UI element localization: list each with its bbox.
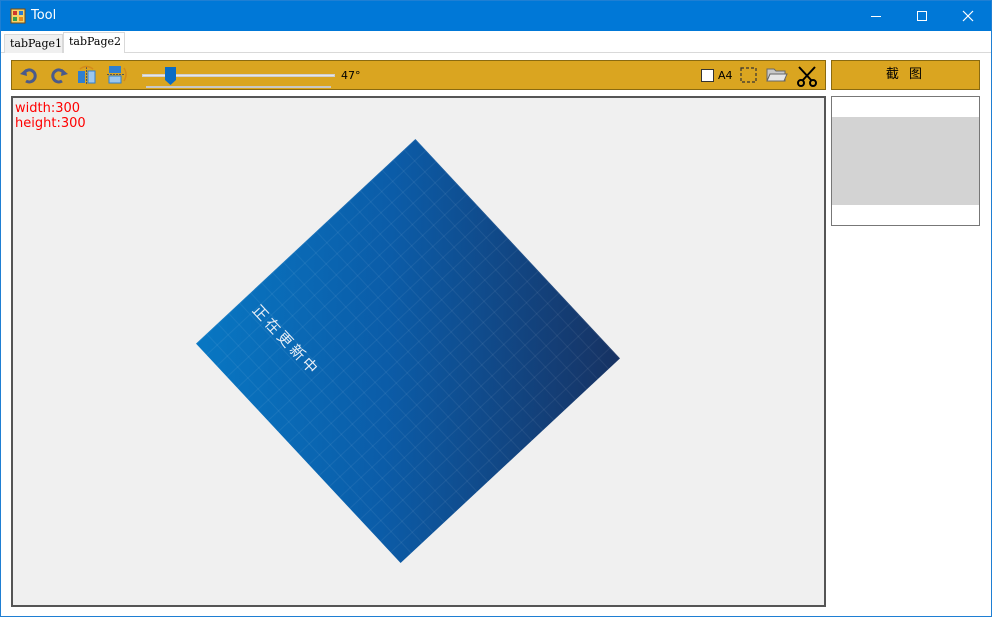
image-canvas[interactable]: width:300 height:300 正在更新中	[11, 96, 826, 607]
preview-panel	[831, 96, 980, 226]
scissors-icon[interactable]	[796, 65, 818, 87]
preview-thumbnail	[832, 117, 979, 205]
flip-vertical-icon[interactable]	[106, 65, 128, 85]
flip-horizontal-icon[interactable]	[76, 65, 98, 85]
a4-label: A4	[718, 69, 733, 82]
app-window: Tool tabPage1 tabPage2 47° A4 截 图 width:…	[0, 0, 992, 617]
app-icon	[10, 8, 26, 24]
selection-icon[interactable]	[738, 65, 760, 85]
toolbar: 47° A4	[11, 60, 826, 90]
rotate-right-icon[interactable]	[48, 65, 70, 85]
a4-checkbox[interactable]	[701, 69, 714, 82]
rotation-angle-label: 47°	[341, 69, 361, 82]
title-bar[interactable]: Tool	[1, 1, 991, 31]
tab-content: 47° A4 截 图 width:300 height:300 正在更新中	[2, 53, 991, 615]
tab-page2[interactable]: tabPage2	[63, 32, 125, 54]
folder-open-icon[interactable]	[766, 65, 788, 85]
tab-strip: tabPage1 tabPage2	[1, 31, 991, 54]
rotation-slider-thumb[interactable]	[165, 67, 176, 85]
height-readout: height:300	[15, 116, 86, 131]
slider-ticks	[146, 86, 331, 88]
width-readout: width:300	[15, 101, 81, 116]
maximize-button[interactable]	[899, 1, 945, 31]
window-title: Tool	[31, 8, 57, 23]
rotate-left-icon[interactable]	[18, 65, 40, 85]
close-button[interactable]	[945, 1, 991, 31]
minimize-button[interactable]	[853, 1, 899, 31]
image-texture	[195, 138, 621, 564]
tab-page1[interactable]: tabPage1	[4, 34, 63, 53]
capture-button[interactable]: 截 图	[831, 60, 980, 90]
rotated-image[interactable]: 正在更新中	[195, 138, 621, 564]
